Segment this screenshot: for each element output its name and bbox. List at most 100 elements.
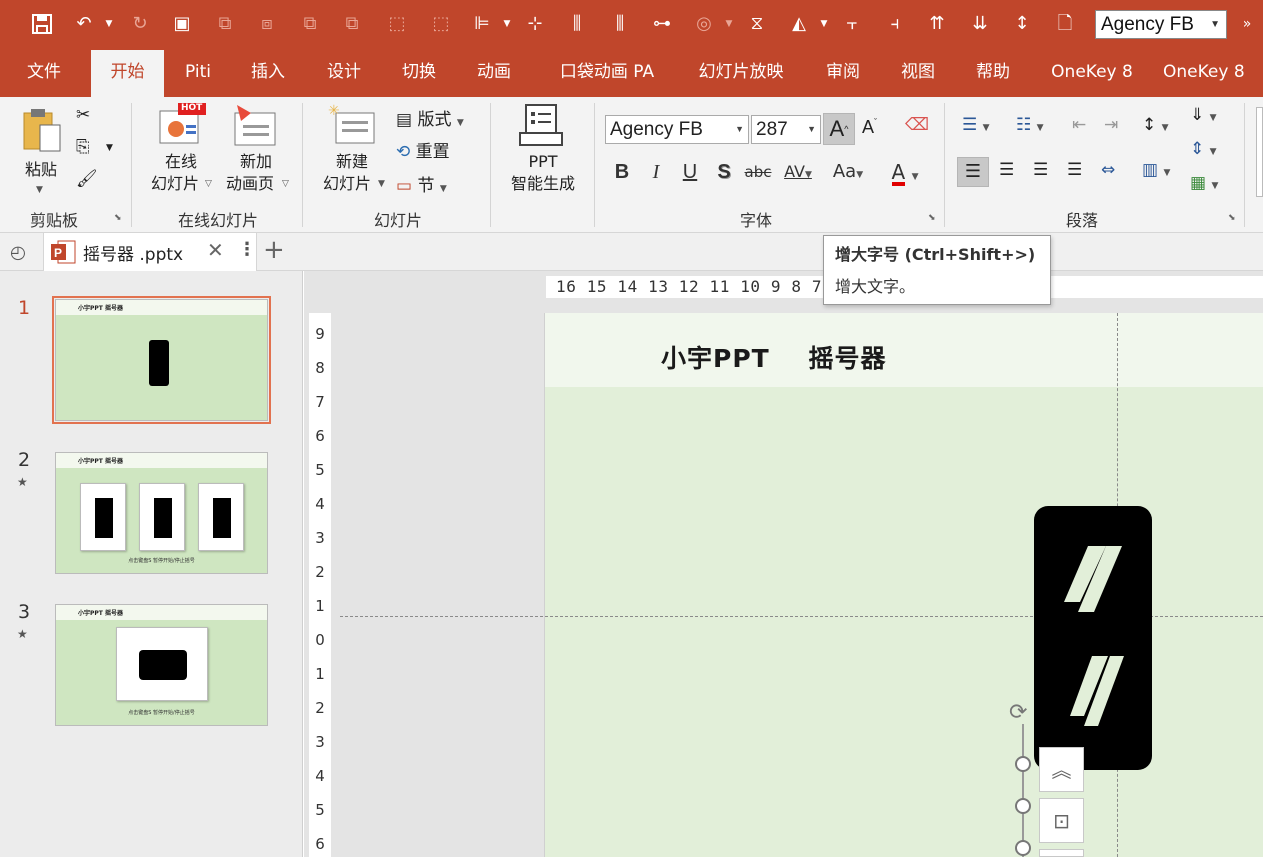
justify-icon[interactable]: ☰ bbox=[1067, 160, 1082, 180]
history-icon[interactable]: ◴ bbox=[10, 242, 26, 263]
shape-rotate-icon[interactable]: ◭ bbox=[785, 10, 813, 38]
tab-pocket-animation[interactable]: 口袋动画 PA bbox=[548, 50, 666, 97]
character-spacing-button[interactable]: AV▼ bbox=[778, 157, 818, 187]
font-name-select[interactable]: Agency FB ▼ bbox=[605, 115, 749, 144]
more-icon[interactable]: » bbox=[1237, 10, 1257, 38]
italic-button[interactable]: I bbox=[641, 157, 671, 187]
document-tab[interactable]: P 摇号器 .pptx ✕ ⋮ bbox=[43, 233, 257, 271]
grow-font-button[interactable]: A^ bbox=[823, 113, 855, 145]
online-slides-button[interactable]: HOT 在线 幻灯片 ▽ bbox=[145, 103, 217, 201]
layout-button[interactable]: ▤ 版式 ▼ bbox=[396, 105, 464, 130]
more-options-button[interactable] bbox=[1039, 849, 1084, 857]
format-painter-icon[interactable]: 🖌 bbox=[76, 169, 98, 189]
ungroup-icon[interactable]: ⧈ bbox=[253, 10, 281, 38]
slide-title[interactable]: 小宇PPT 摇号器 bbox=[661, 339, 887, 375]
numbering-button[interactable]: ☷ ▼ bbox=[1016, 115, 1044, 135]
tab-animations[interactable]: 动画 bbox=[466, 50, 522, 97]
font-size-select[interactable]: 287 ▼ bbox=[751, 115, 821, 144]
ppt-generate-button[interactable]: PPT 智能生成 bbox=[500, 103, 586, 201]
close-icon[interactable]: ✕ bbox=[207, 238, 224, 262]
distribute-horizontal-icon[interactable]: ⫼ bbox=[563, 10, 591, 38]
tab-piti[interactable]: Piti bbox=[175, 50, 221, 97]
align-dropdown-icon[interactable]: ▼ bbox=[493, 10, 521, 38]
underline-button[interactable]: U bbox=[675, 157, 705, 187]
layout-options-button[interactable]: ︽ bbox=[1039, 747, 1084, 792]
font-launcher-icon[interactable]: ⬊ bbox=[928, 213, 936, 223]
tab-onekey-2[interactable]: OneKey 8 bbox=[1163, 50, 1263, 97]
merge-dropdown-icon[interactable]: ▼ bbox=[715, 10, 743, 38]
height-icon[interactable]: ↕ bbox=[1008, 10, 1036, 38]
tab-view[interactable]: 视图 bbox=[890, 50, 946, 97]
drawing-gallery-edge[interactable] bbox=[1256, 107, 1263, 197]
resize-handle[interactable] bbox=[1015, 840, 1031, 856]
slide-thumbnail-2[interactable]: 小宇PPT 摇号器 点击键盘S 暂停开始/停止摇号 bbox=[55, 452, 268, 574]
smartart-button[interactable]: ▦ ▼ bbox=[1190, 173, 1218, 193]
tab-help[interactable]: 帮助 bbox=[965, 50, 1021, 97]
crop-icon[interactable]: ⬚ bbox=[383, 10, 411, 38]
new-tab-icon[interactable]: + bbox=[263, 235, 285, 265]
increase-indent-icon[interactable]: ⇥ bbox=[1104, 115, 1118, 135]
slide-thumbnail-1[interactable]: 小宇PPT 摇号器 bbox=[52, 296, 271, 424]
flip-icon[interactable]: ⧖ bbox=[743, 10, 771, 38]
tab-insert[interactable]: 插入 bbox=[240, 50, 296, 97]
change-case-button[interactable]: Aa▼ bbox=[828, 157, 868, 187]
slide-thumbnail-3[interactable]: 小宇PPT 摇号器 点击键盘S 暂停开始/停止摇号 bbox=[55, 604, 268, 726]
strikethrough-button[interactable]: abc bbox=[743, 157, 773, 187]
paragraph-launcher-icon[interactable]: ⬊ bbox=[1228, 213, 1236, 223]
tab-slideshow[interactable]: 幻灯片放映 bbox=[690, 50, 792, 97]
text-direction-button[interactable]: ⇓ ▼ bbox=[1190, 105, 1217, 125]
font-color-button[interactable]: A ▼ bbox=[882, 157, 928, 187]
paste-button[interactable]: 粘贴 ▼ bbox=[16, 105, 70, 203]
more-options-icon[interactable]: ⋮ bbox=[238, 239, 256, 260]
new-file-icon[interactable]: 🗋 bbox=[1051, 10, 1079, 38]
rotate-handle-icon[interactable]: ⟳ bbox=[1009, 700, 1027, 725]
align-center-icon[interactable]: ⊹ bbox=[521, 10, 549, 38]
tab-design[interactable]: 设计 bbox=[316, 50, 372, 97]
distribute-columns-icon[interactable]: ⫼ bbox=[606, 10, 634, 38]
rotate-dropdown-icon[interactable]: ▼ bbox=[810, 10, 838, 38]
bullets-button[interactable]: ☰ ▼ bbox=[962, 115, 990, 135]
distributed-icon[interactable]: ⇔ bbox=[1101, 160, 1115, 180]
clear-formatting-icon[interactable]: ⌫ bbox=[905, 115, 929, 135]
undo-dropdown-icon[interactable]: ▼ bbox=[95, 10, 123, 38]
align-top-icon[interactable]: ⫟ bbox=[838, 10, 866, 38]
align-left-button[interactable]: ☰ bbox=[957, 157, 989, 187]
shadow-button[interactable]: S bbox=[709, 157, 739, 187]
line-spacing-button[interactable]: ↕ ▼ bbox=[1142, 115, 1169, 135]
tab-file[interactable]: 文件 bbox=[14, 50, 74, 97]
align-right-icon[interactable]: ⫞ bbox=[881, 10, 909, 38]
bring-forward-icon[interactable]: ⧉ bbox=[296, 10, 324, 38]
tab-transitions[interactable]: 切换 bbox=[391, 50, 447, 97]
tab-onekey-1[interactable]: OneKey 8 bbox=[1042, 50, 1142, 97]
align-middle-icon[interactable]: ⊶ bbox=[648, 10, 676, 38]
tab-home[interactable]: 开始 bbox=[91, 50, 164, 97]
cut-icon[interactable]: ✂ bbox=[76, 105, 90, 125]
shrink-font-button[interactable]: Aˇ bbox=[862, 117, 877, 138]
group-icon[interactable]: ⧉ bbox=[211, 10, 239, 38]
merge-shapes-icon[interactable]: ◎ bbox=[690, 10, 718, 38]
align-center-text-icon[interactable]: ☰ bbox=[999, 160, 1014, 180]
arrange-up-icon[interactable]: ⇈ bbox=[923, 10, 951, 38]
send-backward-icon[interactable]: ⧉ bbox=[338, 10, 366, 38]
new-animation-page-button[interactable]: 新加 动画页 ▽ bbox=[220, 103, 292, 201]
slide-canvas[interactable]: 小宇PPT 摇号器 bbox=[544, 313, 1263, 857]
tab-review[interactable]: 审阅 bbox=[815, 50, 871, 97]
arrange-down-icon[interactable]: ⇊ bbox=[966, 10, 994, 38]
resize-handle[interactable] bbox=[1015, 756, 1031, 772]
new-slide-button[interactable]: ✳ 新建 幻灯片 ▼ bbox=[316, 103, 390, 201]
reset-button[interactable]: ⟲ 重置 bbox=[396, 137, 450, 162]
redo-icon[interactable]: ↻ bbox=[126, 10, 154, 38]
rotate-icon[interactable]: ⬚ bbox=[427, 10, 455, 38]
align-left-icon[interactable]: ⊫ bbox=[468, 10, 496, 38]
copy-dropdown-icon[interactable]: ▼ bbox=[106, 143, 113, 153]
undo-icon[interactable]: ↶ bbox=[70, 10, 98, 38]
save-icon[interactable] bbox=[28, 10, 56, 38]
copy-icon[interactable]: ⎘ bbox=[76, 137, 90, 157]
lottery-number-textbox[interactable] bbox=[1034, 506, 1152, 770]
slideshow-icon[interactable]: ▣ bbox=[168, 10, 196, 38]
align-text-button[interactable]: ⇕ ▼ bbox=[1190, 139, 1217, 159]
section-button[interactable]: ▭ 节 ▼ bbox=[396, 171, 447, 196]
clipboard-launcher-icon[interactable]: ⬊ bbox=[114, 213, 122, 223]
resize-handle[interactable] bbox=[1015, 798, 1031, 814]
qat-font-selector[interactable]: Agency FB ▼ bbox=[1095, 10, 1227, 39]
